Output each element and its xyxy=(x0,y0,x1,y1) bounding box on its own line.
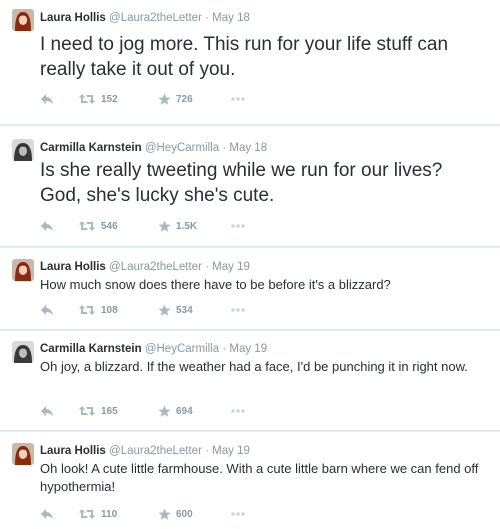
retweet-button[interactable]: 108 xyxy=(78,302,118,318)
separator-dot: · xyxy=(205,445,209,457)
more-button[interactable] xyxy=(230,302,246,318)
reply-button[interactable] xyxy=(40,506,54,522)
separator-dot: · xyxy=(222,343,227,355)
tweet-card[interactable]: Laura Hollis @Laura2theLetter · May 19 O… xyxy=(0,432,500,529)
retweet-button[interactable]: 110 xyxy=(78,506,117,522)
author-name[interactable]: Laura Hollis xyxy=(40,261,106,273)
more-icon xyxy=(231,224,245,228)
more-icon xyxy=(231,308,245,312)
favorite-button[interactable]: 726 xyxy=(158,91,193,107)
laura-avatar[interactable] xyxy=(12,259,34,281)
tweet-text: How much snow does there have to be befo… xyxy=(40,277,391,292)
tweet-date[interactable]: May 18 xyxy=(212,12,250,24)
author-name[interactable]: Carmilla Karnstein xyxy=(40,142,142,154)
reply-icon xyxy=(41,509,53,519)
retweet-count: 108 xyxy=(101,304,118,316)
favorite-button[interactable]: 534 xyxy=(158,302,193,318)
retweet-count: 546 xyxy=(101,220,118,232)
favorite-button[interactable]: 600 xyxy=(158,506,193,522)
author-handle[interactable]: @HeyCarmilla xyxy=(145,142,219,154)
retweet-button[interactable]: 165 xyxy=(78,403,118,419)
retweet-icon xyxy=(79,509,95,519)
author-name[interactable]: Laura Hollis xyxy=(40,445,106,457)
author-handle[interactable]: @HeyCarmilla xyxy=(145,343,219,355)
tweet-header: Laura Hollis @Laura2theLetter · May 19 xyxy=(40,260,250,274)
tweet-header: Carmilla Karnstein @HeyCarmilla · May 18 xyxy=(40,141,267,155)
favorite-count: 726 xyxy=(176,93,193,105)
carmilla-avatar[interactable] xyxy=(12,341,34,363)
tweet-date[interactable]: May 19 xyxy=(212,445,250,457)
retweet-count: 165 xyxy=(101,405,118,417)
tweet-text: I need to jog more. This run for your li… xyxy=(40,34,449,80)
retweet-button[interactable]: 546 xyxy=(78,218,118,234)
author-name[interactable]: Laura Hollis xyxy=(40,12,106,24)
separator-dot: · xyxy=(222,142,227,154)
reply-button[interactable] xyxy=(40,302,54,318)
reply-button[interactable] xyxy=(40,403,54,419)
star-icon xyxy=(158,93,171,105)
tweet-text: Is she really tweeting while we run for … xyxy=(40,160,443,206)
favorite-count: 1.5K xyxy=(176,220,198,232)
favorite-button[interactable]: 1.5K xyxy=(158,218,197,234)
retweet-count: 110 xyxy=(101,508,118,520)
more-icon xyxy=(231,512,245,516)
tweet-header: Laura Hollis @Laura2theLetter · May 18 xyxy=(40,11,250,25)
tweet-card[interactable]: Carmilla Karnstein @HeyCarmilla · May 19… xyxy=(0,331,500,431)
retweet-button[interactable]: 152 xyxy=(78,91,118,107)
tweet-date[interactable]: May 18 xyxy=(229,142,267,154)
reply-button[interactable] xyxy=(40,91,54,107)
favorite-button[interactable]: 694 xyxy=(158,403,193,419)
favorite-count: 600 xyxy=(176,508,193,520)
star-icon xyxy=(158,405,171,417)
author-name[interactable]: Carmilla Karnstein xyxy=(40,343,142,355)
tweet-card[interactable]: Carmilla Karnstein @HeyCarmilla · May 18… xyxy=(0,126,500,247)
tweet-date[interactable]: May 19 xyxy=(212,261,250,273)
separator-dot: · xyxy=(205,261,209,273)
star-icon xyxy=(158,304,171,316)
tweet-feed: Laura Hollis @Laura2theLetter · May 18 I… xyxy=(0,0,500,529)
retweet-icon xyxy=(79,94,95,104)
retweet-icon xyxy=(79,406,95,416)
tweet-date[interactable]: May 19 xyxy=(229,343,267,355)
tweet-text: Oh look! A cute little farmhouse. With a… xyxy=(40,461,479,494)
tweet-text: Oh joy, a blizzard. If the weather had a… xyxy=(40,359,468,374)
laura-avatar[interactable] xyxy=(12,443,34,465)
author-handle[interactable]: @Laura2theLetter xyxy=(109,12,202,24)
reply-button[interactable] xyxy=(40,218,54,234)
author-handle[interactable]: @Laura2theLetter xyxy=(109,445,202,457)
author-handle[interactable]: @Laura2theLetter xyxy=(109,261,202,273)
separator-dot: · xyxy=(205,12,209,24)
tweet-header: Carmilla Karnstein @HeyCarmilla · May 19 xyxy=(40,342,267,356)
more-button[interactable] xyxy=(230,403,246,419)
reply-icon xyxy=(41,406,53,416)
star-icon xyxy=(158,220,171,232)
more-button[interactable] xyxy=(230,218,246,234)
star-icon xyxy=(158,508,171,520)
tweet-card[interactable]: Laura Hollis @Laura2theLetter · May 19 H… xyxy=(0,248,500,330)
favorite-count: 694 xyxy=(176,405,193,417)
more-icon xyxy=(231,97,245,101)
reply-icon xyxy=(41,305,53,315)
tweet-header: Laura Hollis @Laura2theLetter · May 19 xyxy=(40,444,250,458)
tweet-card[interactable]: Laura Hollis @Laura2theLetter · May 18 I… xyxy=(0,0,500,125)
retweet-icon xyxy=(79,305,95,315)
carmilla-avatar[interactable] xyxy=(12,139,34,161)
more-icon xyxy=(231,409,245,413)
retweet-icon xyxy=(79,221,95,231)
favorite-count: 534 xyxy=(176,304,193,316)
reply-icon xyxy=(41,221,53,231)
reply-icon xyxy=(41,94,53,104)
retweet-count: 152 xyxy=(101,93,118,105)
laura-avatar[interactable] xyxy=(12,9,34,31)
more-button[interactable] xyxy=(230,506,246,522)
more-button[interactable] xyxy=(230,91,246,107)
